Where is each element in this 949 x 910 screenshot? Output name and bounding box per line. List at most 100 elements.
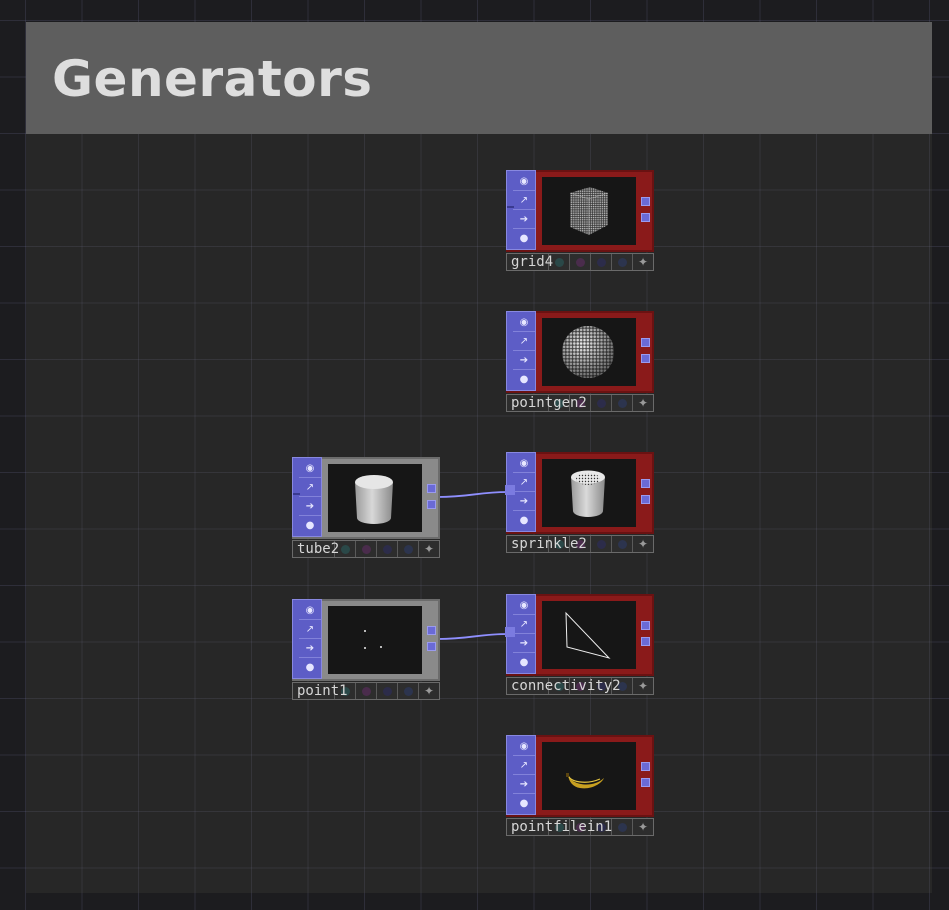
viewer-star-icon[interactable]: ✦ (632, 819, 653, 835)
bypass-flag[interactable] (590, 254, 611, 270)
lock-flag[interactable] (611, 536, 632, 552)
arrow-right-icon[interactable]: ➔ (513, 351, 535, 370)
info-icon[interactable]: ◉ (513, 596, 535, 615)
info-icon[interactable]: ◉ (299, 601, 321, 620)
node-viewer[interactable] (328, 464, 422, 532)
node-grid4[interactable]: ◉ ↗ ➔ ● grid4 ✦ (506, 170, 654, 272)
bypass-flag[interactable] (376, 541, 397, 557)
bypass-flag[interactable] (590, 395, 611, 411)
node-point1[interactable]: ◉ ↗ ➔ ● point1 ✦ (292, 599, 440, 701)
viewer-star-icon[interactable]: ✦ (418, 683, 439, 699)
info-icon[interactable]: ◉ (513, 313, 535, 332)
chart-icon[interactable]: ↗ (513, 615, 535, 634)
bomb-icon[interactable]: ● (513, 653, 535, 671)
render-flag[interactable] (355, 541, 376, 557)
node-name: connectivity2 (511, 678, 621, 694)
chart-icon[interactable]: ↗ (513, 332, 535, 351)
lock-flag[interactable] (611, 819, 632, 835)
render-flag[interactable] (569, 254, 590, 270)
node-name-bar[interactable]: point1 ✦ (292, 682, 440, 700)
info-icon[interactable]: ◉ (513, 454, 535, 473)
output-connector[interactable] (641, 762, 650, 771)
chart-icon[interactable]: ↗ (513, 756, 535, 775)
bypass-flag[interactable] (376, 683, 397, 699)
viewer-star-icon[interactable]: ✦ (632, 536, 653, 552)
node-viewer[interactable] (328, 606, 422, 674)
point-cube-preview (569, 187, 609, 235)
arrow-right-icon[interactable]: ➔ (513, 634, 535, 653)
chart-icon[interactable]: ↗ (513, 473, 535, 492)
arrow-right-icon[interactable]: ➔ (513, 492, 535, 511)
lock-flag[interactable] (611, 254, 632, 270)
node-name-bar[interactable]: connectivity2 ✦ (506, 677, 654, 695)
info-icon[interactable]: ◉ (513, 737, 535, 756)
node-pointgen2[interactable]: ◉ ↗ ➔ ● pointgen2 ✦ (506, 311, 654, 413)
input-connector[interactable] (505, 627, 515, 637)
node-name-bar[interactable]: tube2 ✦ (292, 540, 440, 558)
node-button-strip: ◉ ↗ ➔ ● (292, 457, 322, 537)
bomb-icon[interactable]: ● (513, 511, 535, 529)
output-connector[interactable] (427, 642, 436, 651)
node-name: pointfilein1 (511, 819, 613, 835)
chart-icon[interactable]: ↗ (513, 191, 535, 210)
info-icon[interactable]: ◉ (299, 459, 321, 478)
cylinder-preview (355, 475, 393, 524)
output-connector[interactable] (641, 338, 650, 347)
output-connector[interactable] (641, 354, 650, 363)
output-connector[interactable] (641, 778, 650, 787)
node-name: point1 (297, 683, 348, 699)
output-connector[interactable] (427, 500, 436, 509)
bomb-icon[interactable]: ● (299, 658, 321, 676)
lock-flag[interactable] (397, 541, 418, 557)
node-name-bar[interactable]: pointgen2 ✦ (506, 394, 654, 412)
node-pointfilein1[interactable]: ◉ ↗ ➔ ● pointfilein1 ✦ (506, 735, 654, 837)
node-viewer[interactable] (542, 318, 636, 386)
info-icon[interactable]: ◉ (513, 172, 535, 191)
node-name-bar[interactable]: grid4 ✦ (506, 253, 654, 271)
node-button-strip: ◉ ↗ ➔ ● (506, 311, 536, 391)
bomb-icon[interactable]: ● (513, 370, 535, 388)
node-sprinkle2[interactable]: ◉ ↗ ➔ ● sprinkle2 ✦ (505, 452, 654, 554)
arrow-right-icon[interactable]: ➔ (299, 639, 321, 658)
arrow-right-icon[interactable]: ➔ (299, 497, 321, 516)
output-connector[interactable] (641, 621, 650, 630)
output-connector[interactable] (641, 479, 650, 488)
output-connector[interactable] (641, 213, 650, 222)
node-viewer[interactable] (542, 177, 636, 245)
node-viewer[interactable] (542, 742, 636, 810)
output-connector[interactable] (427, 626, 436, 635)
output-connector[interactable] (641, 637, 650, 646)
input-connector[interactable] (505, 485, 515, 495)
output-connector[interactable] (641, 495, 650, 504)
node-connectivity2[interactable]: ◉ ↗ ➔ ● connectivity2 ✦ (505, 594, 654, 696)
node-name-bar[interactable]: pointfilein1 ✦ (506, 818, 654, 836)
viewer-star-icon[interactable]: ✦ (418, 541, 439, 557)
lock-flag[interactable] (611, 395, 632, 411)
viewer-star-icon[interactable]: ✦ (632, 678, 653, 694)
render-flag[interactable] (355, 683, 376, 699)
viewer-star-icon[interactable]: ✦ (632, 254, 653, 270)
output-connector[interactable] (641, 197, 650, 206)
bomb-icon[interactable]: ● (513, 794, 535, 812)
node-tube2[interactable]: ◉ ↗ ➔ ● tube2 ✦ (292, 457, 440, 559)
bomb-icon[interactable]: ● (513, 229, 535, 247)
node-viewer[interactable] (542, 601, 636, 669)
arrow-right-icon[interactable]: ➔ (513, 775, 535, 794)
bypass-flag[interactable] (590, 536, 611, 552)
bomb-icon[interactable]: ● (299, 516, 321, 534)
chart-icon[interactable]: ↗ (299, 478, 321, 497)
banana-preview (566, 773, 604, 789)
node-button-strip: ◉ ↗ ➔ ● (506, 170, 536, 250)
wires-layer (437, 491, 509, 640)
chart-icon[interactable]: ↗ (299, 620, 321, 639)
node-name-bar[interactable]: sprinkle2 ✦ (506, 535, 654, 553)
lock-flag[interactable] (397, 683, 418, 699)
arrow-right-icon[interactable]: ➔ (513, 210, 535, 229)
output-connector[interactable] (427, 484, 436, 493)
sprinkled-cylinder-preview (571, 470, 605, 517)
viewer-star-icon[interactable]: ✦ (632, 395, 653, 411)
wire-tube2-to-sprinkle2[interactable] (437, 491, 509, 498)
wire-point1-to-connectivity2[interactable] (437, 633, 509, 640)
triangle-outline-preview (565, 611, 611, 659)
node-viewer[interactable] (542, 459, 636, 527)
